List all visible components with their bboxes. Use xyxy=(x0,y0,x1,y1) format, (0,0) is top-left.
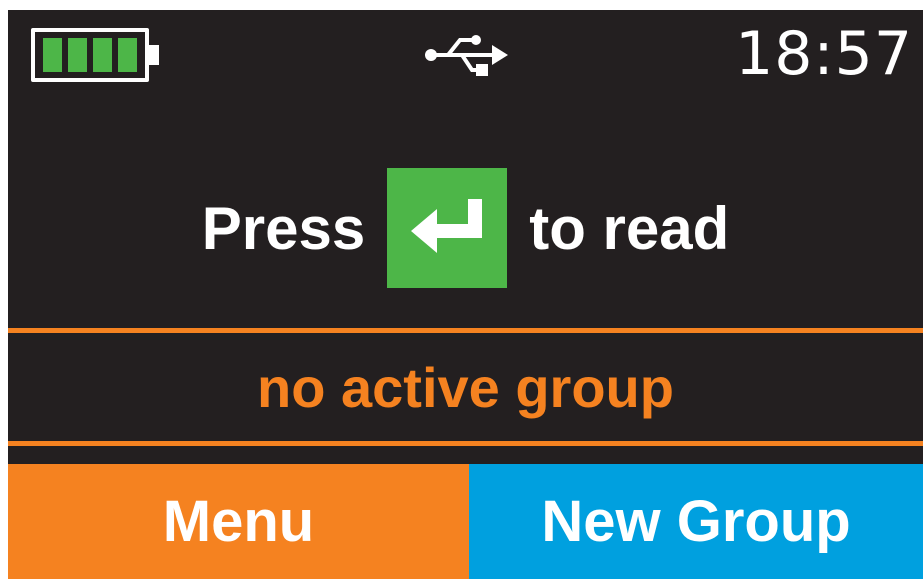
enter-key-icon xyxy=(387,168,508,288)
prompt-text-after: to read xyxy=(529,194,730,262)
battery-icon xyxy=(31,28,159,82)
menu-button[interactable]: Menu xyxy=(8,464,469,579)
group-status-text: no active group xyxy=(257,355,674,419)
device-screen: 18:57 Press to read no active group Menu… xyxy=(8,10,923,579)
clock: 18:57 xyxy=(735,19,913,89)
new-group-button-label: New Group xyxy=(541,489,851,554)
group-status: no active group xyxy=(8,328,923,446)
softkey-bar: Menu New Group xyxy=(8,464,923,579)
new-group-button[interactable]: New Group xyxy=(469,464,923,579)
menu-button-label: Menu xyxy=(162,489,315,554)
read-prompt: Press to read xyxy=(8,168,923,288)
prompt-text-before: Press xyxy=(201,194,366,262)
usb-icon xyxy=(425,35,508,76)
